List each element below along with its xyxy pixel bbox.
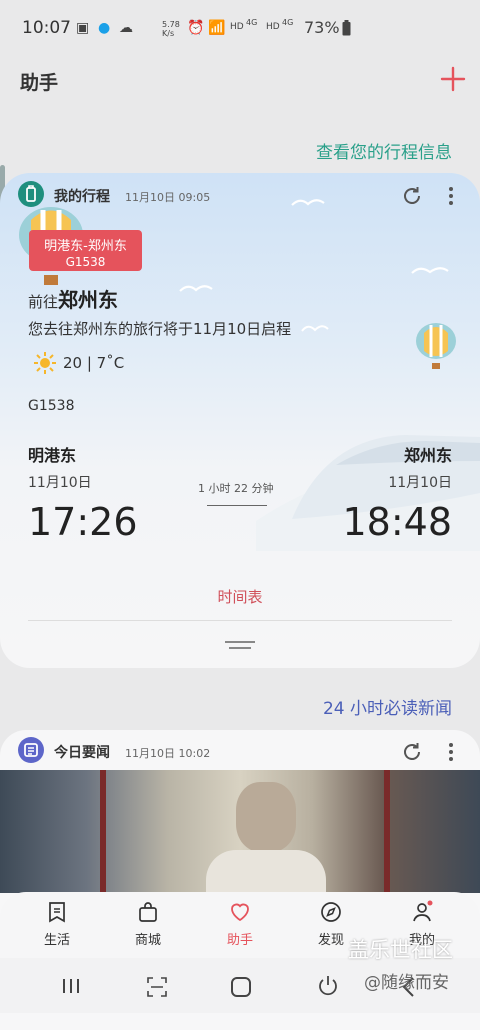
timetable-button[interactable]: 时间表 <box>0 586 480 607</box>
news-photo[interactable] <box>0 770 480 893</box>
bird-icon <box>179 285 213 292</box>
watermark-author: @随缘而安 <box>364 973 449 993</box>
departure-date: 11月10日 <box>28 475 92 491</box>
trip-app-name: 我的行程 <box>54 189 110 205</box>
trip-timestamp: 11月10日 09:05 <box>125 191 211 204</box>
nav-label: 生活 <box>43 933 70 948</box>
recent-apps-icon[interactable] <box>60 976 82 996</box>
watermark-logo: 盖乐世社区 <box>348 938 453 962</box>
home-icon[interactable] <box>230 976 252 998</box>
trip-info-link[interactable]: 查看您的行程信息 <box>0 138 452 163</box>
departure-time: 17:26 <box>28 500 138 544</box>
more-options-icon[interactable] <box>446 184 456 208</box>
route-badge-route: 明港东-郑州东 <box>44 239 127 254</box>
power-icon[interactable] <box>316 974 340 998</box>
departure-station: 明港东 <box>28 446 77 465</box>
news-app-icon <box>18 737 44 763</box>
gallery-icon: ▣ <box>76 20 90 36</box>
refresh-icon[interactable] <box>400 184 424 208</box>
hd-label-1: HD <box>230 22 244 32</box>
photo-frame-right <box>384 770 390 893</box>
scan-icon[interactable] <box>146 976 168 998</box>
alarm-icon: ⏰ <box>187 20 205 36</box>
profile-icon <box>413 900 433 922</box>
net-type-1: 4G <box>246 18 258 27</box>
trip-app-icon <box>18 181 44 207</box>
nav-item-life[interactable]: 生活 <box>17 900 97 948</box>
nav-item-mall[interactable]: 商城 <box>108 900 188 948</box>
wifi-icon: 📶 <box>208 20 226 36</box>
net-type-2: 4G <box>282 18 294 27</box>
card-divider <box>28 620 452 621</box>
net-speed: 5.78 K/s <box>162 20 180 38</box>
weather-text: 20 | 7˚C <box>63 354 125 372</box>
bookmark-icon <box>49 902 65 923</box>
arrival-time: 18:48 <box>342 500 452 544</box>
bird-icon <box>291 199 325 206</box>
nav-item-assistant[interactable]: 助手 <box>200 900 280 948</box>
sun-icon <box>34 352 56 374</box>
news-app-name: 今日要闻 <box>54 745 110 761</box>
news-link[interactable]: 24 小时必读新闻 <box>0 694 452 719</box>
luggage-icon <box>26 185 36 202</box>
shirt <box>206 850 326 893</box>
more-options-icon[interactable] <box>446 740 456 764</box>
compass-icon <box>321 902 341 922</box>
status-time: 10:07 <box>22 18 71 38</box>
cloud-icon: ☁ <box>119 20 133 36</box>
newspaper-icon <box>24 743 38 757</box>
bird-icon <box>411 267 449 274</box>
duration-arrow <box>207 505 267 506</box>
news-timestamp: 11月10日 10:02 <box>125 747 211 760</box>
route-badge: 明港东-郑州东 G1538 <box>29 230 142 271</box>
battery-icon <box>342 20 351 36</box>
trip-description: 您去往郑州东的旅行将于11月10日启程 <box>28 320 292 338</box>
train-number: G1538 <box>28 398 75 414</box>
destination-prefix: 前往 <box>28 293 59 311</box>
bird-icon <box>301 325 329 332</box>
destination-name: 郑州东 <box>58 288 119 312</box>
photo-frame-left <box>100 770 106 893</box>
nav-label: 助手 <box>226 933 253 948</box>
hd-label-2: HD <box>266 22 280 32</box>
add-icon[interactable] <box>440 66 466 92</box>
pixelated-face <box>236 782 296 852</box>
page-title: 助手 <box>20 72 59 94</box>
trip-duration: 1 小时 22 分钟 <box>198 482 274 495</box>
heart-icon <box>231 903 249 922</box>
collapse-handle-icon[interactable] <box>224 640 256 650</box>
trip-destination: 前往郑州东 <box>28 284 118 313</box>
qq-icon: ● <box>98 20 111 36</box>
route-badge-train: G1538 <box>65 255 106 269</box>
shopping-bag-icon <box>139 902 157 922</box>
nav-label: 商城 <box>134 933 161 948</box>
arrival-station: 郑州东 <box>403 446 452 465</box>
battery-percent: 73% <box>304 18 340 37</box>
hot-air-balloon-icon <box>416 323 456 369</box>
refresh-icon[interactable] <box>400 740 424 764</box>
arrival-date: 11月10日 <box>388 475 452 491</box>
